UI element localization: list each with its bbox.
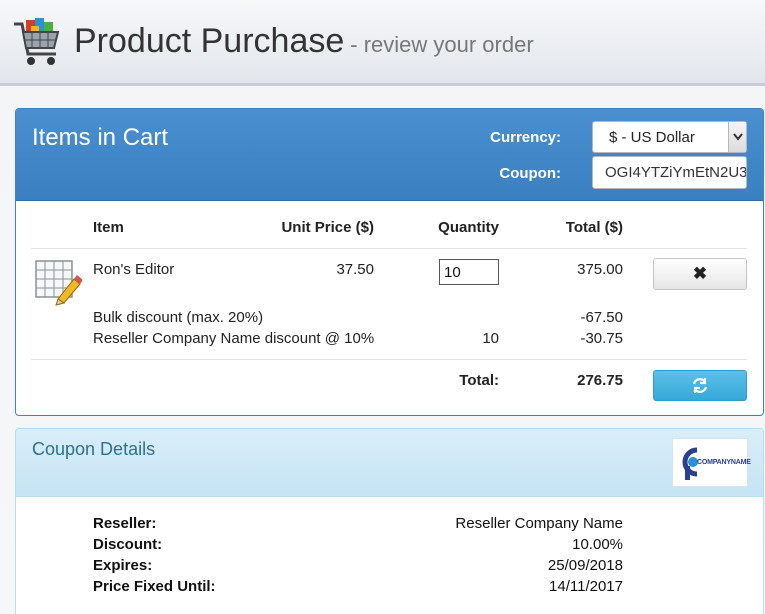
detail-value-price-fixed-until: 14/11/2017 xyxy=(549,578,623,595)
cart-title: Items in Cart xyxy=(32,124,169,151)
remove-item-button[interactable]: ✖ xyxy=(653,258,747,290)
currency-select[interactable]: $ - US Dollar xyxy=(592,121,747,153)
cart-panel: Items in Cart Currency: $ - US Dollar Co… xyxy=(15,108,764,416)
company-logo: COMPANYNAME xyxy=(672,438,751,487)
discount-row-quantity: 10 xyxy=(482,330,499,347)
detail-value-discount: 10.00% xyxy=(572,536,623,553)
line-item-name: Ron's Editor xyxy=(93,261,175,278)
detail-label-price-fixed-until: Price Fixed Until: xyxy=(93,578,216,595)
page-header: Product Purchase - review your order xyxy=(0,0,765,86)
column-header-unit-price: Unit Price ($) xyxy=(281,219,374,236)
column-header-quantity: Quantity xyxy=(438,219,499,236)
page-subtitle: - review your order xyxy=(350,32,534,57)
table-divider xyxy=(31,248,747,249)
coupon-label: Coupon: xyxy=(499,165,561,182)
detail-label-expires: Expires: xyxy=(93,557,153,574)
discount-row-amount: -30.75 xyxy=(580,330,623,347)
refresh-button[interactable] xyxy=(653,370,747,401)
page-title-text: Product Purchase xyxy=(74,22,345,60)
detail-value-reseller: Reseller Company Name xyxy=(455,515,623,532)
coupon-input[interactable] xyxy=(592,156,747,189)
column-header-total: Total ($) xyxy=(565,219,623,236)
quantity-input[interactable] xyxy=(439,259,499,285)
cart-panel-header: Items in Cart Currency: $ - US Dollar Co… xyxy=(16,109,763,201)
coupon-details-title: Coupon Details xyxy=(32,439,156,459)
detail-label-reseller: Reseller: xyxy=(93,515,157,532)
chevron-down-icon[interactable] xyxy=(728,122,746,152)
line-item-unit-price: 37.50 xyxy=(336,261,374,278)
table-divider xyxy=(31,359,747,360)
company-logo-text: COMPANYNAME xyxy=(697,459,751,466)
discount-row-label: Reseller Company Name discount @ 10% xyxy=(93,330,375,347)
shopping-cart-icon xyxy=(14,18,60,65)
coupon-details-panel: Coupon Details COMPANYNAME Reseller: Res… xyxy=(15,428,764,614)
column-header-item: Item xyxy=(93,219,124,236)
currency-label: Currency: xyxy=(490,129,561,146)
refresh-icon xyxy=(692,378,708,393)
currency-selected-value: $ - US Dollar xyxy=(609,129,695,146)
coupon-details-header: Coupon Details COMPANYNAME xyxy=(16,429,763,497)
discount-row-label: Bulk discount (max. 20%) xyxy=(93,309,264,326)
spreadsheet-pencil-icon xyxy=(35,260,82,306)
close-icon: ✖ xyxy=(692,264,708,283)
discount-row-amount: -67.50 xyxy=(580,309,623,326)
total-value: 276.75 xyxy=(577,372,623,389)
line-item-total: 375.00 xyxy=(577,261,623,278)
detail-label-discount: Discount: xyxy=(93,536,163,553)
page-title: Product Purchase - review your order xyxy=(74,22,534,61)
total-label: Total: xyxy=(459,372,499,389)
detail-value-expires: 25/09/2018 xyxy=(547,557,623,574)
